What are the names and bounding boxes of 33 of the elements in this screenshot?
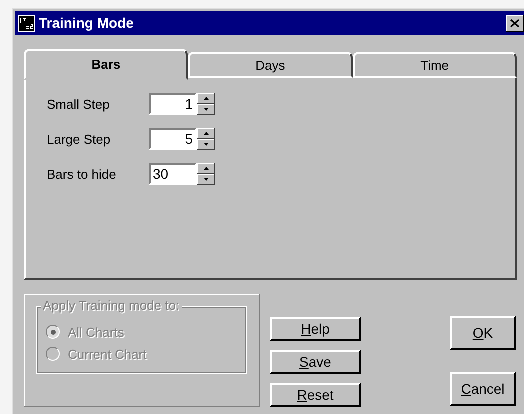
spin-up-button[interactable] [197, 163, 215, 174]
radio-label: Current Chart [68, 346, 147, 362]
number-field[interactable]: 5 [149, 128, 197, 150]
spin-up-button[interactable] [197, 93, 215, 104]
button[interactable]: Help [270, 317, 361, 341]
down-arrow-icon [204, 178, 208, 181]
field-label: Large Step [47, 132, 112, 146]
tab[interactable]: Days [188, 52, 353, 78]
down-arrow-icon [204, 143, 208, 146]
tab[interactable]: Time [352, 52, 517, 78]
number-field[interactable]: 1 [149, 93, 197, 115]
group-title: Apply Training mode to: [41, 298, 182, 313]
button[interactable]: Reset [270, 383, 361, 407]
up-arrow-icon [204, 132, 208, 135]
button[interactable]: Cancel [450, 372, 516, 406]
spin-down-button[interactable] [197, 104, 215, 115]
spin-up-button[interactable] [197, 128, 215, 139]
radio-label: All Charts [68, 324, 124, 340]
field-label: Bars to hide [47, 166, 118, 182]
field-label: Small Step [47, 96, 111, 112]
up-arrow-icon [204, 167, 208, 170]
calculator-icon [18, 14, 35, 32]
down-arrow-icon [204, 108, 208, 111]
tab[interactable]: Bars [24, 49, 188, 80]
close-button[interactable] [506, 14, 524, 32]
spin-down-button[interactable] [197, 174, 215, 185]
close-icon [510, 18, 520, 28]
up-arrow-icon [204, 97, 208, 100]
button[interactable]: Save [270, 350, 361, 374]
spin-down-button[interactable] [197, 139, 215, 150]
button[interactable]: OK [450, 316, 516, 350]
window-title: Training Mode [39, 15, 135, 31]
number-field[interactable]: 30 [149, 163, 197, 185]
